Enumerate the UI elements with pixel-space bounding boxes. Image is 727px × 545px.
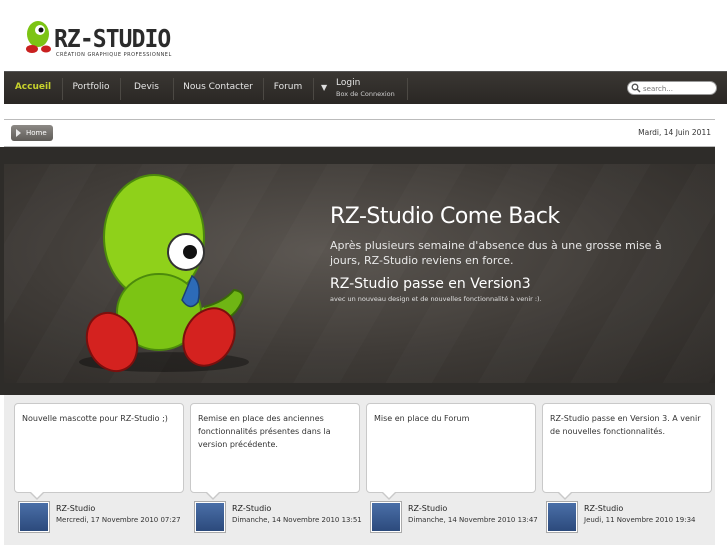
news-card[interactable]: RZ-Studio passe en Version 3. A venir de… bbox=[542, 403, 712, 500]
nav-divider bbox=[407, 78, 408, 100]
nav-item-forum[interactable]: Forum bbox=[263, 72, 313, 105]
banner-subtitle: RZ-Studio passe en Version3 bbox=[330, 276, 531, 292]
page-right-gutter bbox=[715, 104, 727, 545]
mascot-logo-icon bbox=[26, 21, 51, 53]
breadcrumb-home-button[interactable]: Home bbox=[11, 125, 53, 141]
speech-tail-inner bbox=[206, 491, 220, 498]
news-text: Nouvelle mascotte pour RZ-Studio ;) bbox=[22, 414, 168, 423]
chevron-down-icon: ▼ bbox=[321, 83, 328, 92]
avatar[interactable] bbox=[370, 501, 402, 533]
current-date: Mardi, 14 Juin 2011 bbox=[638, 128, 711, 137]
breadcrumb-home-label: Home bbox=[26, 129, 47, 137]
author-name: RZ-Studio bbox=[232, 504, 272, 513]
breadcrumb-bar: Home Mardi, 14 Juin 2011 bbox=[4, 119, 715, 147]
speech-tail-inner bbox=[382, 491, 396, 498]
play-arrow-icon bbox=[16, 129, 21, 137]
news-text: Remise en place des anciennes fonctionna… bbox=[198, 414, 331, 449]
news-section: Nouvelle mascotte pour RZ-Studio ;) RZ-S… bbox=[4, 395, 715, 545]
avatar-image bbox=[372, 503, 400, 531]
author-name: RZ-Studio bbox=[408, 504, 448, 513]
news-text: RZ-Studio passe en Version 3. A venir de… bbox=[550, 414, 701, 436]
news-card[interactable]: Nouvelle mascotte pour RZ-Studio ;) bbox=[14, 403, 184, 500]
news-card[interactable]: Remise en place des anciennes fonctionna… bbox=[190, 403, 360, 500]
post-date: Dimanche, 14 Novembre 2010 13:47 bbox=[408, 516, 538, 524]
speech-tail-inner bbox=[30, 491, 44, 498]
avatar-image bbox=[548, 503, 576, 531]
search-input[interactable] bbox=[643, 83, 715, 94]
logo-tagline: CRÉATION GRAPHIQUE PROFESSIONNEL bbox=[56, 52, 172, 58]
avatar[interactable] bbox=[18, 501, 50, 533]
site-header: RZ-STUDIO CRÉATION GRAPHIQUE PROFESSIONN… bbox=[0, 0, 727, 70]
banner-title: RZ-Studio Come Back bbox=[330, 204, 560, 229]
avatar-image bbox=[20, 503, 48, 531]
logo-brand-text: RZ-STUDIO bbox=[54, 24, 171, 53]
nav-item-portfolio[interactable]: Portfolio bbox=[62, 72, 120, 105]
post-date: Mercredi, 17 Novembre 2010 07:27 bbox=[56, 516, 181, 524]
search-box[interactable] bbox=[627, 81, 717, 95]
nav-item-devis[interactable]: Devis bbox=[120, 72, 173, 105]
speech-tail-inner bbox=[558, 491, 572, 498]
post-date: Jeudi, 11 Novembre 2010 19:34 bbox=[584, 516, 696, 524]
hero-banner: RZ-Studio Come Back Après plusieurs sema… bbox=[4, 164, 715, 383]
nav-item-contact[interactable]: Nous Contacter bbox=[173, 72, 263, 105]
avatar[interactable] bbox=[194, 501, 226, 533]
login-label: Login bbox=[336, 78, 361, 88]
author-name: RZ-Studio bbox=[56, 504, 96, 513]
search-icon bbox=[631, 83, 641, 93]
post-date: Dimanche, 14 Novembre 2010 13:51 bbox=[232, 516, 362, 524]
news-text: Mise en place du Forum bbox=[374, 414, 470, 423]
mascot-illustration bbox=[79, 174, 249, 373]
login-dropdown[interactable]: ▼ Login Box de Connexion bbox=[313, 72, 408, 105]
site-logo[interactable]: RZ-STUDIO CRÉATION GRAPHIQUE PROFESSIONN… bbox=[24, 18, 194, 66]
avatar-image bbox=[196, 503, 224, 531]
author-name: RZ-Studio bbox=[584, 504, 624, 513]
banner-note: avec un nouveau design et de nouvelles f… bbox=[330, 295, 542, 303]
avatar[interactable] bbox=[546, 501, 578, 533]
news-card[interactable]: Mise en place du Forum bbox=[366, 403, 536, 500]
login-sublabel: Box de Connexion bbox=[336, 90, 395, 98]
banner-description: Après plusieurs semaine d'absence dus à … bbox=[330, 239, 662, 267]
main-navigation: Accueil Portfolio Devis Nous Contacter F… bbox=[4, 71, 727, 104]
nav-item-accueil[interactable]: Accueil bbox=[4, 72, 62, 105]
